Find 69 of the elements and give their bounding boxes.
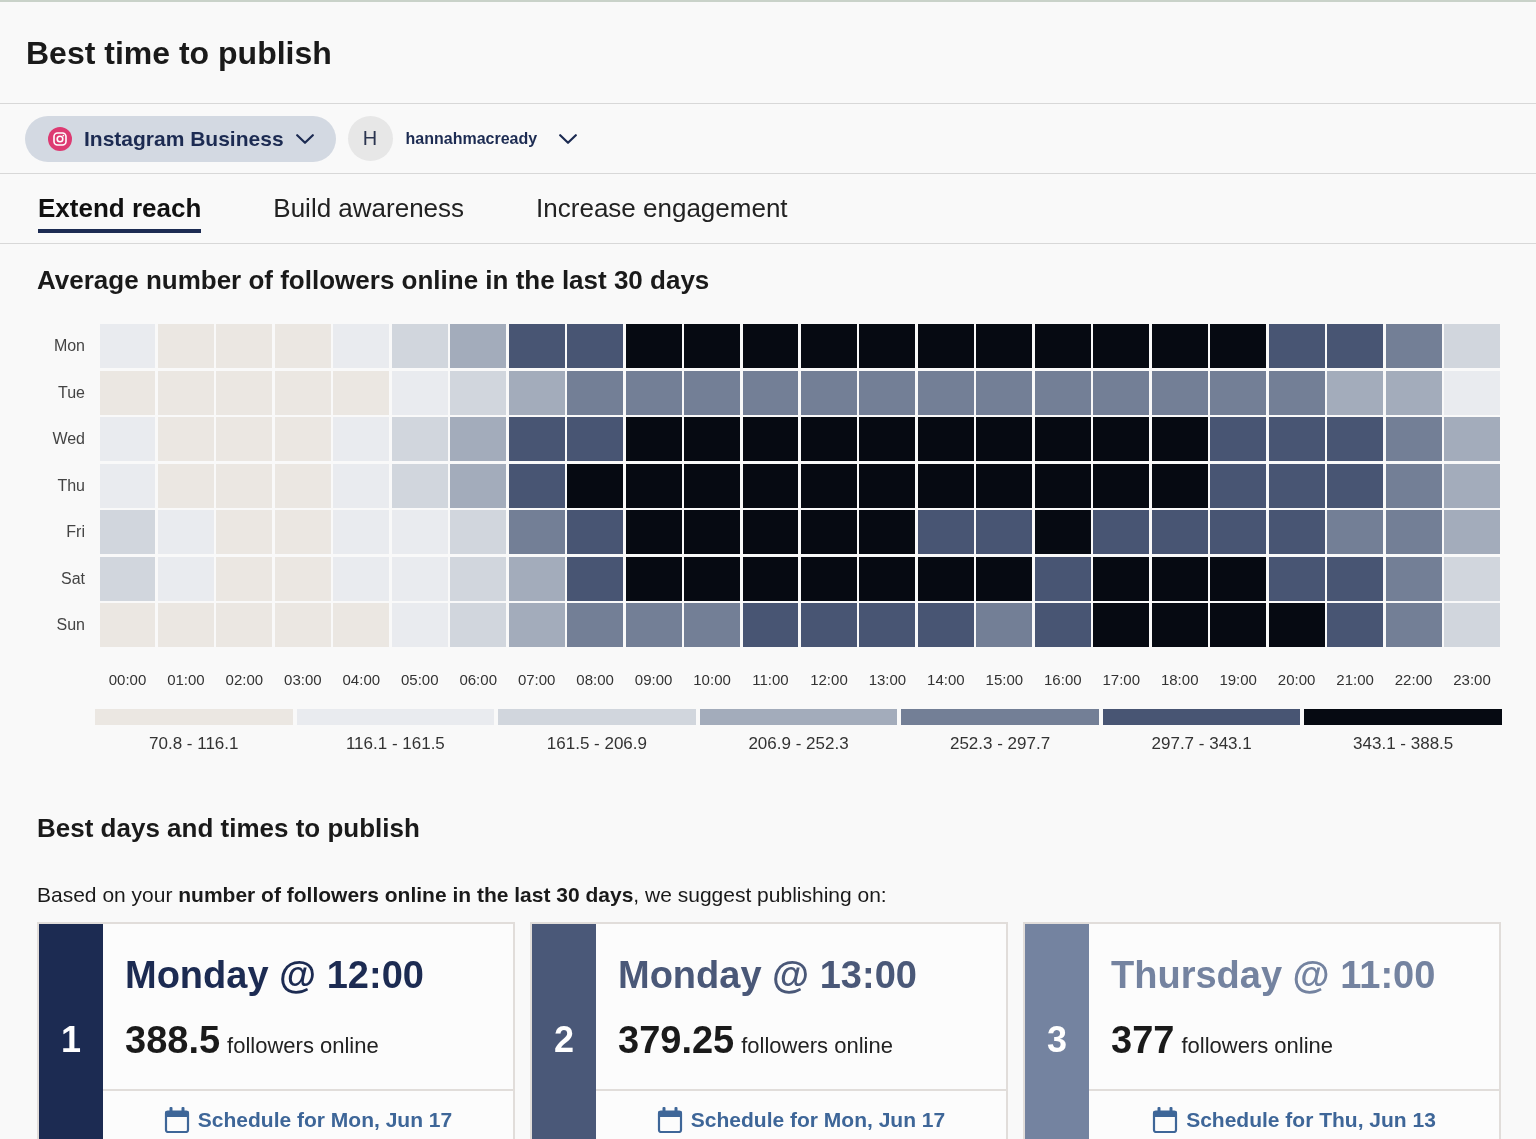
rank-number: 2	[554, 1020, 574, 1060]
hour-label: 07:00	[517, 670, 556, 690]
legend-label: 70.8 - 116.1	[149, 734, 239, 754]
hour-label: 02:00	[225, 670, 264, 690]
count-label: followers online	[1181, 1032, 1334, 1060]
hour-label: 16:00	[1044, 670, 1082, 690]
rank-number: 3	[1047, 1020, 1067, 1060]
camera-logo-icon	[48, 126, 72, 151]
page-title: Best time to publish	[26, 33, 332, 73]
hour-label: 11:00	[752, 670, 789, 690]
tab[interactable]: Extend reach	[38, 174, 202, 233]
section-title: Average number of followers online in the last 30 days	[37, 265, 711, 295]
hour-label: 01:00	[167, 670, 205, 690]
hour-label: 23:00	[1453, 670, 1491, 690]
day-label: Sun	[56, 616, 86, 634]
schedule-link[interactable]: Schedule for Mon, Jun 17	[163, 1106, 453, 1134]
hour-label: 00:00	[108, 670, 147, 690]
section-title: Best days and times to publish	[37, 813, 421, 843]
legend-label: 343.1 - 388.5	[1353, 734, 1454, 754]
chevron-down-icon	[295, 133, 314, 144]
day-label: Sat	[61, 569, 86, 588]
day-label: Wed	[52, 430, 86, 448]
follower-count: 377	[1111, 1018, 1175, 1062]
hour-label: 18:00	[1160, 670, 1199, 690]
rank-number: 1	[61, 1020, 81, 1060]
intro-text: Based on your number of followers online in the last 30 days, we suggest publishing on:	[37, 883, 888, 907]
tab[interactable]: Increase engagement	[536, 174, 788, 233]
hour-label: 17:00	[1102, 670, 1141, 690]
legend-label: 252.3 - 297.7	[949, 734, 1051, 754]
count-label: followers online	[741, 1032, 893, 1060]
suggestion-title: Monday @ 13:00	[618, 953, 918, 997]
chevron-down-icon	[559, 133, 578, 144]
hour-label: 09:00	[634, 670, 673, 690]
hour-label: 08:00	[576, 670, 614, 690]
day-label: Tue	[58, 383, 86, 402]
day-label: Mon	[53, 337, 86, 355]
network-dropdown[interactable]: Instagram Business	[25, 115, 336, 162]
hour-label: 20:00	[1277, 670, 1316, 690]
schedule-link[interactable]: Schedule for Mon, Jun 17	[656, 1106, 946, 1134]
hour-label: 14:00	[927, 670, 965, 690]
count-label: followers online	[227, 1032, 379, 1060]
hour-label: 22:00	[1394, 670, 1433, 690]
legend-label: 206.9 - 252.3	[748, 734, 849, 754]
hour-label: 12:00	[810, 670, 848, 690]
legend-label: 116.1 - 161.5	[345, 734, 445, 754]
suggestion-title: Monday @ 12:00	[125, 953, 425, 997]
legend-label: 297.7 - 343.1	[1151, 734, 1252, 754]
account-dropdown[interactable]: hannahmacready	[405, 129, 578, 148]
hour-label: 05:00	[401, 670, 439, 690]
tab[interactable]: Build awareness	[273, 174, 465, 233]
legend-label: 161.5 - 206.9	[546, 734, 647, 754]
avatar: H	[347, 116, 393, 161]
calendar-icon	[656, 1107, 683, 1133]
hour-label: 15:00	[985, 670, 1024, 690]
hour-label: 10:00	[693, 670, 731, 690]
follower-count: 388.5	[125, 1018, 221, 1062]
follower-count: 379.25	[618, 1018, 735, 1062]
day-label: Fri	[66, 523, 86, 541]
hour-label: 21:00	[1336, 670, 1374, 690]
calendar-icon	[1152, 1107, 1179, 1133]
hour-label: 06:00	[459, 670, 497, 690]
hour-label: 04:00	[342, 670, 381, 690]
calendar-icon	[163, 1107, 190, 1133]
suggestion-title: Thursday @ 11:00	[1111, 953, 1437, 997]
hour-label: 19:00	[1219, 670, 1257, 690]
hour-label: 03:00	[284, 670, 322, 690]
hour-label: 13:00	[868, 670, 907, 690]
day-label: Thu	[57, 476, 86, 495]
schedule-link[interactable]: Schedule for Thu, Jun 13	[1152, 1106, 1436, 1134]
